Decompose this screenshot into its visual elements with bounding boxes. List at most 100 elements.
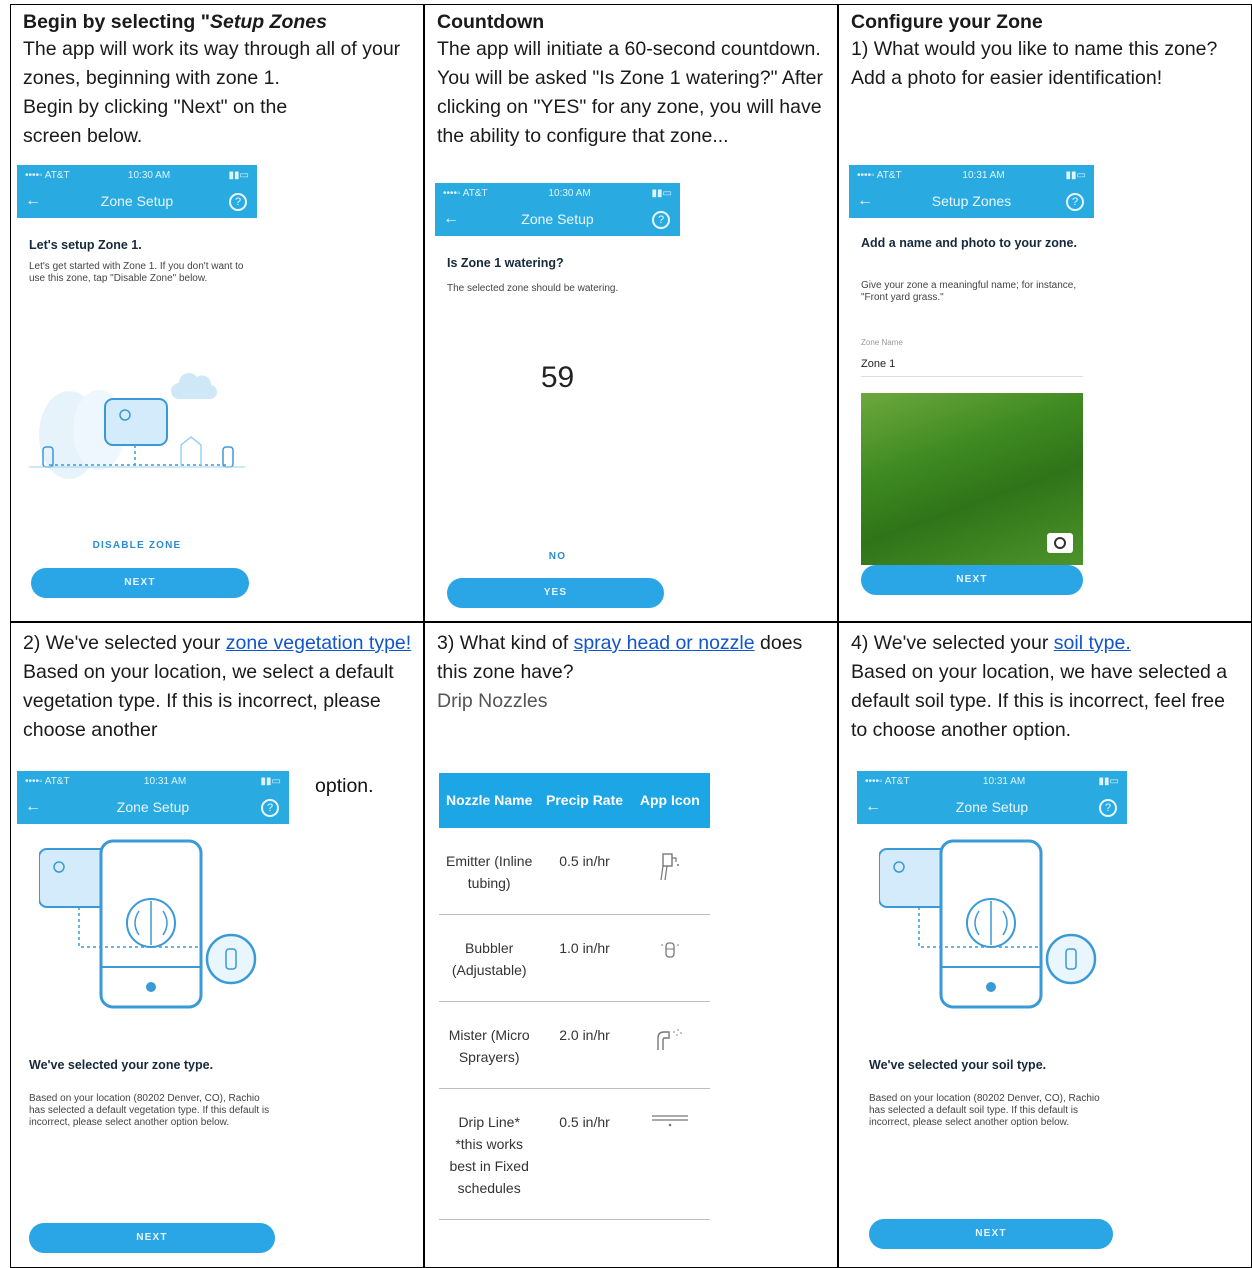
back-arrow-icon[interactable]: ← bbox=[857, 186, 873, 216]
app-bar-title: Zone Setup bbox=[521, 211, 594, 227]
cell-text: Countdown The app will initiate a 60-sec… bbox=[437, 9, 827, 151]
status-bar: ••••◦ AT&T 10:31 AM ▮▮▭ bbox=[857, 771, 1127, 792]
vegetation-type-link[interactable]: zone vegetation type! bbox=[226, 632, 411, 654]
nozzle-table: Nozzle Name Precip Rate App Icon Emitter… bbox=[439, 773, 710, 1220]
status-bar: ••••◦ AT&T 10:30 AM ▮▮▭ bbox=[17, 165, 257, 186]
phone-brain-illustration bbox=[879, 839, 1097, 1009]
screen-title: Let's setup Zone 1. bbox=[29, 238, 142, 252]
nozzle-name: Drip Line* *this works best in Fixed sch… bbox=[439, 1088, 540, 1220]
step-cell-countdown: Countdown The app will initiate a 60-sec… bbox=[424, 4, 838, 622]
screen-body: Based on your location (80202 Denver, CO… bbox=[29, 1093, 270, 1128]
next-button[interactable]: NEXT bbox=[861, 565, 1083, 595]
cell-text: 3) What kind of spray head or nozzle doe… bbox=[437, 629, 827, 716]
next-button[interactable]: NEXT bbox=[29, 1223, 275, 1253]
cell-subtitle: Drip Nozzles bbox=[437, 690, 548, 712]
soil-type-link[interactable]: soil type. bbox=[1054, 632, 1131, 654]
precip-rate: 0.5 in/hr bbox=[539, 828, 630, 915]
app-bar: ← Zone Setup ? bbox=[17, 792, 289, 824]
screen-title: We've selected your zone type. bbox=[29, 1058, 214, 1072]
step-cell-setup-zones: Begin by selecting "Setup Zones The app … bbox=[10, 4, 424, 622]
cell-heading: Configure your Zone bbox=[851, 11, 1043, 33]
phone-screen: ••••◦ AT&T 10:31 AM ▮▮▭ ← Setup Zones ? Ad… bbox=[849, 165, 1094, 610]
phone-screen: ••••◦ AT&T 10:31 AM ▮▮▭ ← Zone Setup ? We'… bbox=[17, 771, 289, 1261]
screen-body: Based on your location (80202 Denver, CO… bbox=[869, 1093, 1100, 1128]
screen-title: Is Zone 1 watering? bbox=[447, 256, 564, 270]
step-cell-spray-head: 3) What kind of spray head or nozzle doe… bbox=[424, 622, 838, 1268]
precip-rate: 1.0 in/hr bbox=[539, 914, 630, 1002]
status-bar: ••••◦ AT&T 10:31 AM ▮▮▭ bbox=[17, 771, 289, 792]
phone-screen: ••••◦ AT&T 10:30 AM ▮▮▭ ← Zone Setup ? Is … bbox=[435, 183, 680, 613]
help-icon[interactable]: ? bbox=[652, 211, 670, 229]
yes-button[interactable]: YES bbox=[447, 578, 664, 608]
phone-screen: ••••◦ AT&T 10:30 AM ▮▮▭ ← Zone Setup ? Let… bbox=[17, 165, 257, 605]
cell-paragraph: The app will work its way through all of… bbox=[23, 38, 401, 89]
cell-text: 2) We've selected your zone vegetation t… bbox=[23, 629, 413, 745]
back-arrow-icon[interactable]: ← bbox=[25, 792, 41, 822]
back-arrow-icon[interactable]: ← bbox=[443, 204, 459, 234]
cell-paragraph: Begin by clicking "Next" on the screen b… bbox=[23, 96, 288, 147]
drip-line-icon bbox=[629, 1088, 710, 1220]
status-bar: ••••◦ AT&T 10:31 AM ▮▮▭ bbox=[849, 165, 1094, 186]
precip-rate: 0.5 in/hr bbox=[539, 1088, 630, 1220]
cell-heading: Countdown bbox=[437, 11, 545, 33]
phone-brain-illustration bbox=[39, 839, 257, 1009]
nozzle-name: Emitter (Inline tubing) bbox=[439, 828, 540, 915]
cell-paragraph: Based on your location, we select a defa… bbox=[23, 661, 394, 741]
back-arrow-icon[interactable]: ← bbox=[25, 186, 41, 216]
table-row: Mister (Micro Sprayers) 2.0 in/hr bbox=[439, 1001, 710, 1089]
cell-paragraph: The app will initiate a 60-second countd… bbox=[437, 38, 824, 147]
help-icon[interactable]: ? bbox=[1066, 193, 1084, 211]
status-bar: ••••◦ AT&T 10:30 AM ▮▮▭ bbox=[435, 183, 680, 204]
camera-icon[interactable] bbox=[1047, 533, 1073, 553]
cell-paragraph: 1) What would you like to name this zone… bbox=[851, 38, 1218, 89]
step-cell-vegetation-type: 2) We've selected your zone vegetation t… bbox=[10, 622, 424, 1268]
precip-rate: 2.0 in/hr bbox=[539, 1001, 630, 1089]
step-cell-soil-type: 4) We've selected your soil type. Based … bbox=[838, 622, 1252, 1268]
cell-text: Begin by selecting "Setup Zones The app … bbox=[23, 9, 413, 151]
cell-paragraph-tail: option. bbox=[315, 775, 374, 797]
screen-body: Let's get started with Zone 1. If you do… bbox=[29, 261, 244, 284]
screen-body: Give your zone a meaningful name; for in… bbox=[861, 280, 1077, 303]
column-header: Precip Rate bbox=[539, 773, 630, 828]
cell-paragraph: 3) What kind of spray head or nozzle doe… bbox=[437, 632, 803, 683]
app-bar: ← Zone Setup ? bbox=[17, 186, 257, 218]
screen-title: Add a name and photo to your zone. bbox=[861, 236, 1077, 250]
phone-screen: ••••◦ AT&T 10:31 AM ▮▮▭ ← Zone Setup ? We'… bbox=[857, 771, 1127, 1261]
cell-text: 4) We've selected your soil type. Based … bbox=[851, 629, 1241, 745]
table-row: Bubbler (Adjustable) 1.0 in/hr bbox=[439, 914, 710, 1002]
controller-yard-illustration bbox=[29, 373, 245, 479]
mister-icon bbox=[629, 1001, 710, 1089]
zone-name-input[interactable]: Zone 1 bbox=[861, 358, 1083, 377]
app-bar: ← Setup Zones ? bbox=[849, 186, 1094, 218]
app-bar-title: Zone Setup bbox=[116, 799, 190, 815]
table-header-row: Nozzle Name Precip Rate App Icon bbox=[439, 773, 710, 828]
column-header: Nozzle Name bbox=[439, 773, 540, 828]
cell-paragraph: 4) We've selected your soil type. bbox=[851, 632, 1131, 654]
help-icon[interactable]: ? bbox=[229, 193, 247, 211]
screen-body: The selected zone should be watering. bbox=[447, 283, 619, 294]
no-button[interactable]: NO bbox=[435, 551, 680, 562]
next-button[interactable]: NEXT bbox=[31, 568, 249, 598]
nozzle-name: Mister (Micro Sprayers) bbox=[439, 1001, 540, 1089]
disable-zone-link[interactable]: DISABLE ZONE bbox=[17, 540, 257, 551]
step-cell-configure-zone: Configure your Zone 1) What would you li… bbox=[838, 4, 1252, 622]
column-header: App Icon bbox=[629, 773, 710, 828]
back-arrow-icon[interactable]: ← bbox=[865, 792, 881, 822]
cell-paragraph: Based on your location, we have selected… bbox=[851, 661, 1228, 741]
spray-head-link[interactable]: spray head or nozzle bbox=[574, 632, 755, 654]
app-bar-title: Zone Setup bbox=[100, 193, 174, 209]
app-bar: ← Zone Setup ? bbox=[857, 792, 1127, 824]
next-button[interactable]: NEXT bbox=[869, 1219, 1113, 1249]
nozzle-name: Bubbler (Adjustable) bbox=[439, 914, 540, 1002]
help-icon[interactable]: ? bbox=[261, 799, 279, 817]
zone-name-label: Zone Name bbox=[861, 338, 903, 347]
emitter-icon bbox=[629, 828, 710, 915]
table-row: Emitter (Inline tubing) 0.5 in/hr bbox=[439, 828, 710, 915]
zone-photo bbox=[861, 393, 1083, 565]
cell-text: Configure your Zone 1) What would you li… bbox=[851, 9, 1241, 93]
help-icon[interactable]: ? bbox=[1099, 799, 1117, 817]
app-bar: ← Zone Setup ? bbox=[435, 204, 680, 236]
app-bar-title: Setup Zones bbox=[931, 193, 1012, 209]
screen-title: We've selected your soil type. bbox=[869, 1058, 1047, 1072]
bubbler-icon bbox=[629, 914, 710, 1002]
